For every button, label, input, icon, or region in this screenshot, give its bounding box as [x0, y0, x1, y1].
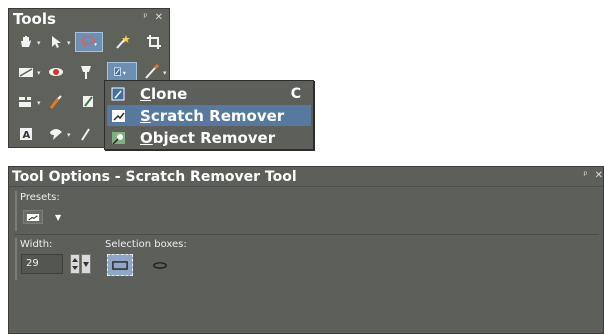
color-replacer-icon: [19, 97, 31, 107]
menu-item-scratch-remover[interactable]: Scratch Remover: [107, 105, 311, 126]
crop-tool-button[interactable]: [143, 32, 165, 52]
pen-tool-button[interactable]: [75, 124, 97, 144]
width-input[interactable]: 29: [21, 254, 63, 274]
color-replacer-dropdown-icon[interactable]: ▾: [37, 100, 41, 107]
width-section: [15, 238, 17, 280]
dropper-tool-button[interactable]: [45, 92, 67, 112]
object-remover-icon: [110, 130, 128, 146]
presets-dropdown-icon[interactable]: ▼: [55, 213, 61, 222]
paint-brush-icon: [145, 63, 160, 79]
clone-brush-icon: ▾: [114, 67, 127, 77]
pan-tool-button[interactable]: [15, 32, 37, 52]
color-replacer-tool-button[interactable]: [15, 92, 37, 112]
presets-label: Presets:: [20, 192, 60, 203]
menu-item-clone[interactable]: Clone C: [107, 83, 311, 104]
tool-options-title: Tool Options - Scratch Remover Tool: [12, 168, 297, 185]
scratch-remover-icon: [110, 108, 128, 124]
svg-text:▾: ▾: [123, 70, 127, 77]
rectangle-selection-icon: [112, 260, 128, 270]
paint-brush-dropdown-icon[interactable]: ▾: [163, 70, 167, 77]
presets-button[interactable]: [23, 210, 43, 224]
pin-icon[interactable]: ᵖ: [583, 170, 587, 181]
text-tool-button[interactable]: A: [15, 124, 37, 144]
clone-tool-flyout-menu: Clone C Scratch Remover Object Remover: [104, 80, 314, 150]
menu-item-clone-label: Clone: [140, 84, 188, 103]
tool-options-palette: Tool Options - Scratch Remover Tool ᵖ ✕ …: [8, 166, 604, 334]
pen-icon: [81, 128, 90, 141]
pointer-icon: [52, 36, 61, 48]
lighten-darken-icon: [83, 96, 93, 107]
svg-text:▾: ▾: [94, 42, 97, 48]
chisel-selection-box-button[interactable]: [107, 254, 133, 276]
straighten-icon: [19, 68, 33, 77]
makeover-icon: [81, 66, 91, 79]
presets-section: [15, 191, 17, 231]
red-eye-icon: [49, 68, 63, 76]
width-spinner[interactable]: [70, 254, 80, 274]
close-icon[interactable]: ✕: [595, 170, 603, 181]
tool-options-header[interactable]: Tool Options - Scratch Remover Tool ᵖ ✕: [9, 167, 603, 187]
pick-dropdown-icon[interactable]: ▾: [67, 40, 71, 47]
bevel-selection-box-button[interactable]: [147, 254, 173, 276]
straighten-tool-button[interactable]: [15, 62, 37, 82]
preset-shape-tool-button[interactable]: [45, 124, 67, 144]
lighten-darken-tool-button[interactable]: [79, 92, 101, 112]
dropper-icon: [49, 95, 62, 109]
scratch-remover-icon: [26, 213, 40, 221]
menu-item-object-remover-label: Object Remover: [140, 128, 276, 147]
svg-text:A: A: [23, 130, 31, 141]
clone-tool-button[interactable]: ▾: [107, 62, 137, 82]
close-icon[interactable]: ✕: [155, 12, 163, 23]
paint-brush-tool-button[interactable]: [141, 62, 163, 82]
selection-boxes-label: Selection boxes:: [105, 239, 187, 250]
width-dropdown-button[interactable]: [81, 254, 91, 274]
pan-dropdown-icon[interactable]: ▾: [37, 40, 41, 47]
ellipse-selection-icon: [153, 261, 167, 269]
lasso-selection-icon: ▾: [81, 36, 97, 48]
options-divider: [15, 234, 599, 235]
pin-icon[interactable]: ᵖ: [143, 12, 147, 23]
pick-tool-button[interactable]: [45, 32, 67, 52]
magic-wand-tool-button[interactable]: [111, 32, 133, 52]
selection-tool-button[interactable]: ▾: [75, 32, 103, 52]
pan-icon: [21, 36, 31, 47]
menu-item-object-remover[interactable]: Object Remover: [107, 127, 311, 148]
text-icon: A: [20, 128, 32, 141]
red-eye-tool-button[interactable]: [45, 62, 67, 82]
crop-icon: [147, 35, 161, 49]
menu-item-clone-shortcut: C: [290, 85, 301, 102]
makeover-tool-button[interactable]: [75, 62, 97, 82]
magic-wand-icon: [116, 35, 130, 49]
tools-palette-title: Tools: [13, 10, 56, 28]
spin-up-icon[interactable]: [72, 258, 78, 262]
tools-palette-header[interactable]: Tools ᵖ ✕: [9, 9, 169, 29]
clone-brush-icon: [110, 86, 128, 102]
preset-shape-dropdown-icon[interactable]: ▾: [67, 132, 71, 139]
straighten-dropdown-icon[interactable]: ▾: [37, 70, 41, 77]
menu-item-scratch-remover-label: Scratch Remover: [140, 106, 285, 125]
spin-down-icon[interactable]: [72, 266, 78, 270]
width-label: Width:: [20, 239, 53, 250]
preset-shape-icon: [50, 129, 62, 140]
